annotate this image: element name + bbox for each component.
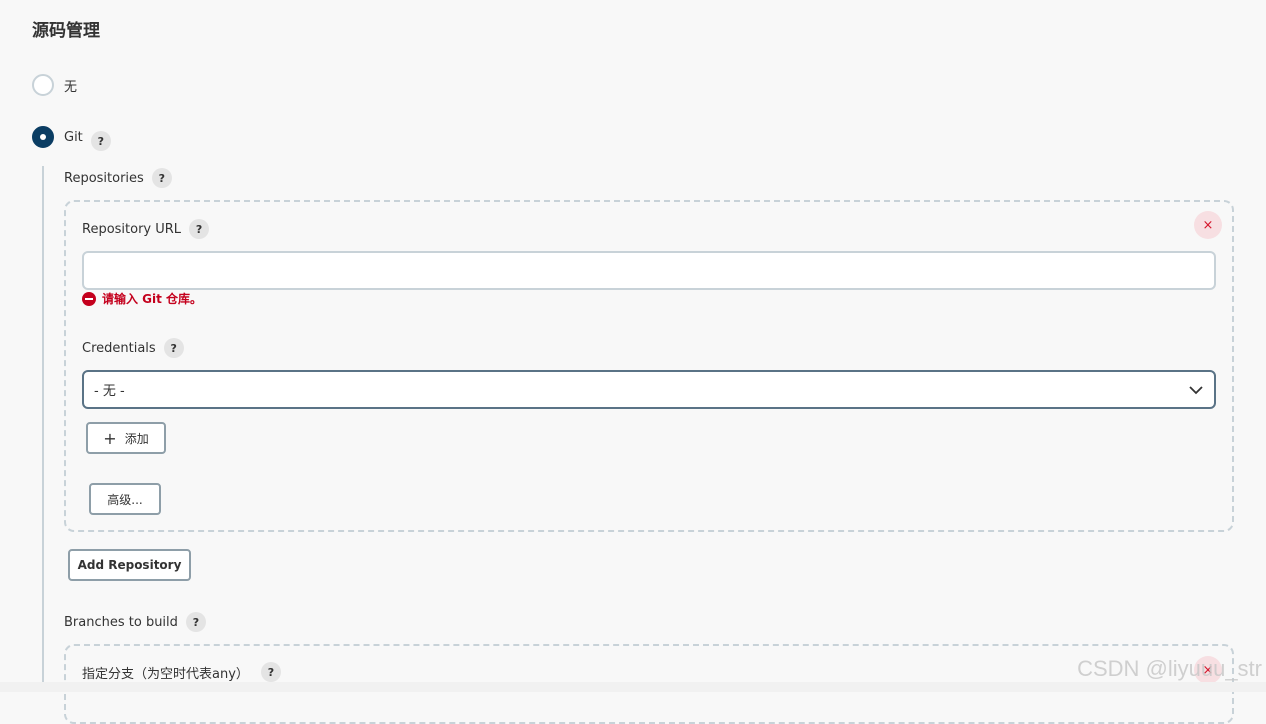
branch-specifier-label: 指定分支（为空时代表any） xyxy=(82,666,249,682)
radio-none[interactable] xyxy=(32,74,54,96)
close-icon: × xyxy=(1202,217,1214,233)
bottom-fade xyxy=(0,682,1266,692)
credentials-select[interactable]: - 无 - xyxy=(82,370,1216,409)
repository-url-error-text: 请输入 Git 仓库。 xyxy=(102,292,203,306)
error-icon xyxy=(82,291,96,306)
git-section-divider xyxy=(42,166,44,692)
git-help-icon[interactable]: ? xyxy=(90,131,111,151)
repository-url-help-icon[interactable]: ? xyxy=(189,219,210,239)
repository-url-header: Repository URL ? xyxy=(82,219,210,239)
repositories-label: Repositories xyxy=(64,170,144,186)
section-title: 源码管理 xyxy=(32,21,100,41)
add-credentials-button[interactable]: + 添加 xyxy=(86,422,166,454)
plus-icon: + xyxy=(103,428,117,448)
watermark: CSDN @liyuuu_str xyxy=(1077,656,1262,681)
scm-option-git[interactable]: Git ? xyxy=(32,123,111,151)
delete-repository-button[interactable]: × xyxy=(1194,211,1222,239)
repositories-help-icon[interactable]: ? xyxy=(151,168,172,188)
add-repository-button[interactable]: Add Repository xyxy=(68,549,191,581)
radio-git[interactable] xyxy=(32,126,54,148)
repository-url-input[interactable] xyxy=(82,251,1216,290)
add-credentials-label: 添加 xyxy=(124,431,149,446)
advanced-button[interactable]: 高级... xyxy=(89,483,161,515)
credentials-selected-value: - 无 - xyxy=(94,384,125,399)
repository-url-error: 请输入 Git 仓库。 xyxy=(82,290,202,307)
radio-none-label: 无 xyxy=(64,79,78,95)
repository-card xyxy=(64,200,1234,532)
branch-specifier-header: 指定分支（为空时代表any） ? xyxy=(82,662,281,682)
branches-help-icon[interactable]: ? xyxy=(185,612,206,632)
radio-git-label: Git xyxy=(64,129,83,145)
credentials-header: Credentials ? xyxy=(82,338,184,358)
scm-option-none[interactable]: 无 xyxy=(32,74,77,96)
credentials-help-icon[interactable]: ? xyxy=(163,338,184,358)
repositories-header: Repositories ? xyxy=(64,168,172,188)
branches-label: Branches to build xyxy=(64,614,178,630)
branches-header: Branches to build ? xyxy=(64,612,206,632)
repository-url-label: Repository URL xyxy=(82,221,182,237)
chevron-down-icon xyxy=(1189,385,1203,394)
credentials-label: Credentials xyxy=(82,340,156,356)
branch-specifier-help-icon[interactable]: ? xyxy=(260,662,281,682)
